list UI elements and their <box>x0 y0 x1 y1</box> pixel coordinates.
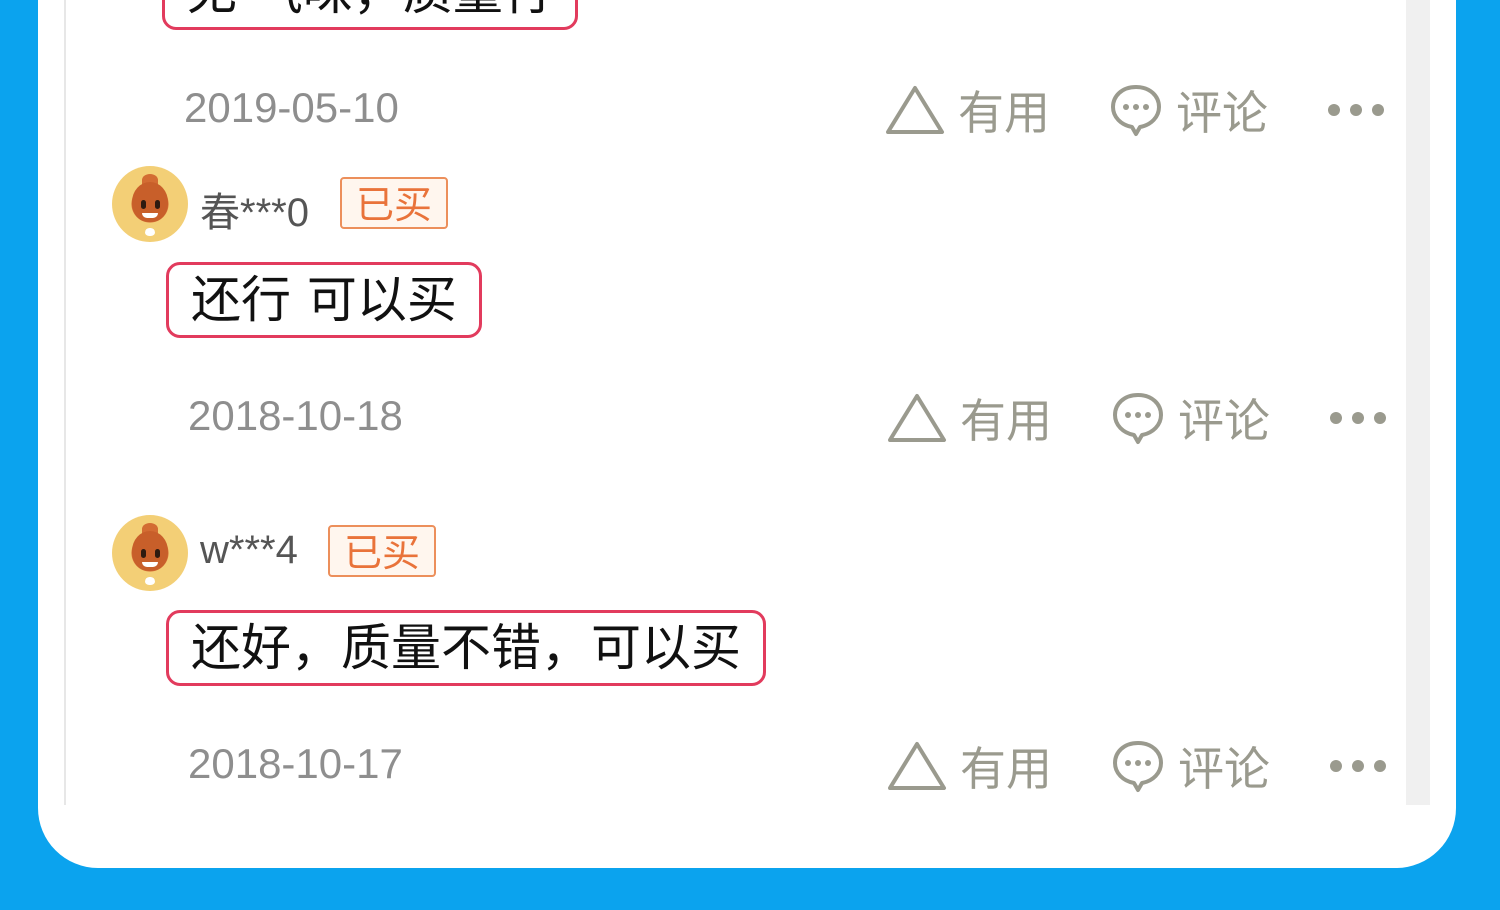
useful-label: 有用 <box>960 742 1052 796</box>
comment-label: 评论 <box>1176 86 1268 140</box>
avatar[interactable] <box>112 166 188 242</box>
comment-label: 评论 <box>1178 742 1270 796</box>
comment-button[interactable]: 评论 <box>1110 390 1270 448</box>
useful-label: 有用 <box>958 86 1050 140</box>
triangle-useful-icon <box>888 394 946 442</box>
purchased-badge: 已买 <box>328 525 437 577</box>
speech-bubble-icon <box>1113 393 1163 444</box>
more-dots-icon[interactable] <box>1328 100 1388 120</box>
review-date: 2019-05-10 <box>184 84 399 131</box>
avatar[interactable] <box>112 515 188 591</box>
review-comment: 无 气味，质量行 <box>162 0 578 30</box>
useful-button[interactable]: 有用 <box>886 390 1052 448</box>
speech-bubble-icon <box>1113 741 1163 792</box>
comment-label: 评论 <box>1178 394 1270 448</box>
comment-button[interactable]: 评论 <box>1108 82 1268 140</box>
more-dots-icon[interactable] <box>1330 408 1390 428</box>
useful-button[interactable]: 有用 <box>884 82 1050 140</box>
comment-button[interactable]: 评论 <box>1110 738 1270 796</box>
speech-bubble-icon <box>1111 85 1161 136</box>
purchased-badge: 已买 <box>340 177 449 229</box>
reviewer-name: 春***0 <box>200 191 309 235</box>
reviewer-name: w***4 <box>200 528 298 572</box>
review-date: 2018-10-18 <box>188 392 403 439</box>
review-date: 2018-10-17 <box>188 740 403 787</box>
review-comment: 还行 可以买 <box>166 262 482 338</box>
review-comment: 还好，质量不错，可以买 <box>166 610 766 686</box>
more-dots-icon[interactable] <box>1330 756 1390 776</box>
useful-label: 有用 <box>960 394 1052 448</box>
triangle-useful-icon <box>886 86 944 134</box>
useful-button[interactable]: 有用 <box>886 738 1052 796</box>
triangle-useful-icon <box>888 742 946 790</box>
